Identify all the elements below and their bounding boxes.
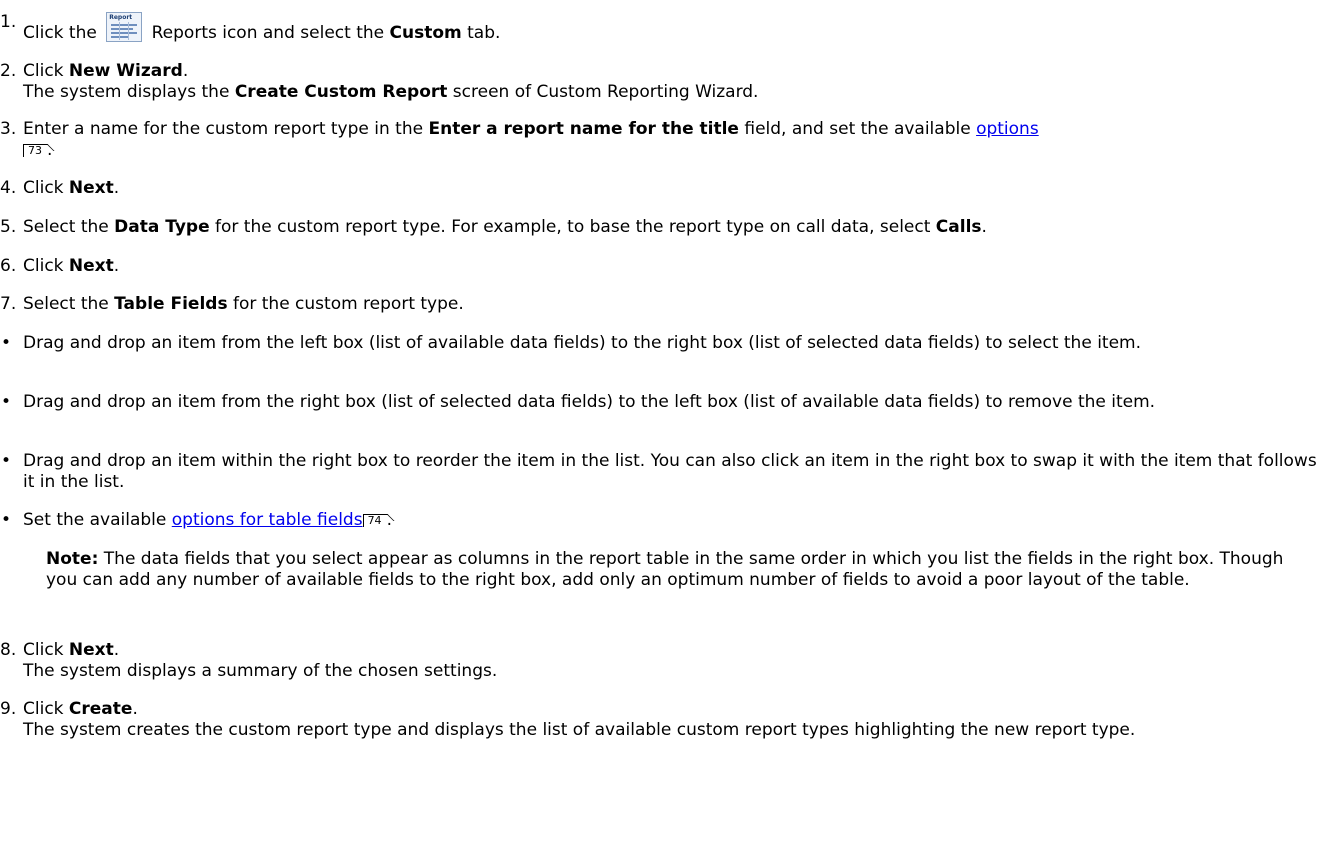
next-label: Next [68,256,114,276]
page-ref-74[interactable]: 74 [362,514,387,527]
calls-label: Calls [935,217,982,237]
page-ref-73[interactable]: 73 [23,144,47,157]
options-link[interactable]: options [976,119,1039,139]
table-fields-label: Table Fields [114,294,228,314]
next-label: Next [68,178,114,198]
note-text: The data fields that you select appear a… [46,549,1284,590]
step-text: Click [23,61,64,81]
report-name-field-label: Enter a report name for the title [428,119,739,139]
new-wizard-label: New Wizard [68,61,183,81]
note-label: Note: [46,549,99,569]
bullet-text: Drag and drop an item within the right b… [23,451,1317,492]
step-text: tab. [467,23,501,43]
options-for-table-fields-link[interactable]: options for table fields [172,510,363,530]
bullet-text: Drag and drop an item from the right box… [23,392,1156,412]
custom-tab-name: Custom [389,23,462,43]
create-label: Create [68,699,133,719]
data-type-label: Data Type [114,217,210,237]
reports-icon-label: Report [109,14,133,21]
step-text: Reports icon and select the [151,23,385,43]
note-block: Note: The data fields that you select ap… [46,549,1320,591]
bullet-text: Drag and drop an item from the left box … [23,333,1142,353]
step-text: Click the [23,23,97,43]
next-label: Next [68,640,114,660]
create-custom-report-label: Create Custom Report [234,82,448,102]
reports-icon: Report [106,12,143,42]
